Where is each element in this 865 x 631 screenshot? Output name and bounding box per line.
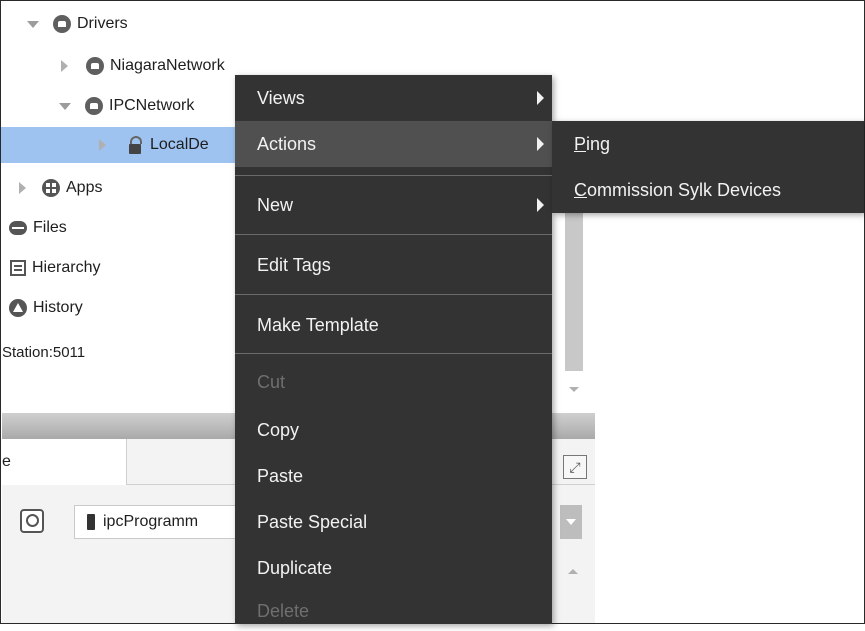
submenu-item-label: ommission Sylk Devices [587,179,782,200]
menu-item-make-template[interactable]: Make Template [235,297,552,353]
expand-arrow-icon[interactable] [59,102,71,110]
program-field-value: ipcProgramm [103,513,199,530]
mnemonic-letter: C [574,179,587,200]
tree-item-label: History [33,299,83,316]
scroll-down-arrow-icon[interactable] [569,387,579,392]
menu-separator [235,175,552,176]
files-icon [9,221,27,235]
tree-item-label: Drivers [77,15,128,32]
menu-item-delete: Delete [235,591,552,631]
dropdown-button[interactable] [560,505,582,539]
tree-item-label: Apps [66,179,103,196]
menu-item-copy[interactable]: Copy [235,407,552,453]
menu-separator [235,353,552,354]
menu-item-label: Copy [257,419,300,440]
submenu-item-commission-sylk-devices[interactable]: Commission Sylk Devices [552,167,864,213]
menu-item-label: Paste [257,465,304,486]
content-area [595,1,864,623]
tree-item-drivers[interactable]: Drivers [27,9,128,39]
collapse-arrow-icon[interactable] [61,60,68,72]
maximize-pane-button[interactable]: ⤢ [563,455,587,479]
menu-item-paste-special[interactable]: Paste Special [235,499,552,545]
network-icon [86,57,104,75]
tree-item-ipcnetwork[interactable]: IPCNetwork [59,91,194,121]
network-icon [85,97,103,115]
bottom-tab[interactable]: e [2,439,127,485]
tree-item-files[interactable]: Files [9,213,67,243]
tree-item-niagaranetwork[interactable]: NiagaraNetwork [61,51,225,81]
menu-item-cut: Cut [235,359,552,405]
menu-item-edit-tags[interactable]: Edit Tags [235,237,552,293]
submenu-item-ping[interactable]: Ping [552,121,864,167]
submenu-item-label: ing [586,133,611,154]
tree-item-apps[interactable]: Apps [19,173,102,203]
apps-icon [42,179,60,197]
program-icon [87,514,95,530]
mnemonic-letter: P [574,133,587,154]
tree-item-label: IPCNetwork [109,97,195,114]
menu-item-label: Paste Special [257,511,368,532]
menu-item-paste[interactable]: Paste [235,453,552,499]
menu-item-views[interactable]: Views [235,75,552,121]
tree-item-label: LocalDe [150,136,209,153]
submenu-arrow-icon [537,91,544,105]
menu-item-label: Duplicate [257,557,333,578]
menu-item-label: Make Template [257,314,379,335]
hierarchy-icon [10,260,26,276]
menu-separator [235,234,552,235]
tree-item-hierarchy[interactable]: Hierarchy [10,253,100,283]
tree-item-label: NiagaraNetwork [110,57,225,74]
tree-item-localdevice[interactable]: LocalDe [1,127,237,163]
collapse-arrow-icon[interactable] [19,182,26,194]
context-menu: Views Actions New Edit Tags Make Templat… [235,75,552,624]
tree-item-label: Files [33,219,67,236]
submenu-arrow-icon [537,198,544,212]
find-icon[interactable] [20,509,44,533]
menu-item-label: Cut [257,371,286,392]
collapse-arrow-icon[interactable] [99,139,106,151]
menu-item-label: Views [257,87,305,108]
tree-item-label: Hierarchy [32,259,101,276]
program-selector-field[interactable]: ipcProgramm [74,505,244,539]
menu-item-actions[interactable]: Actions [235,121,552,167]
menu-item-new[interactable]: New [235,179,552,231]
menu-item-label: New [257,194,294,215]
menu-item-duplicate[interactable]: Duplicate [235,545,552,591]
expand-arrow-icon[interactable] [27,20,39,28]
menu-item-label: Actions [257,133,317,154]
menu-item-label: Delete [257,600,310,621]
menu-separator [235,294,552,295]
submenu-arrow-icon [537,137,544,151]
station-label[interactable]: Station:5011 [2,344,85,361]
tree-item-history[interactable]: History [9,293,83,323]
scroll-up-arrow-icon[interactable] [568,569,578,574]
expand-icon: ⤢ [569,458,581,475]
drivers-icon [53,15,71,33]
menu-item-label: Edit Tags [257,254,331,275]
history-icon [9,299,27,317]
bottom-tab-label: e [2,453,11,470]
actions-submenu: Ping Commission Sylk Devices [552,121,864,213]
device-icon [128,136,142,154]
